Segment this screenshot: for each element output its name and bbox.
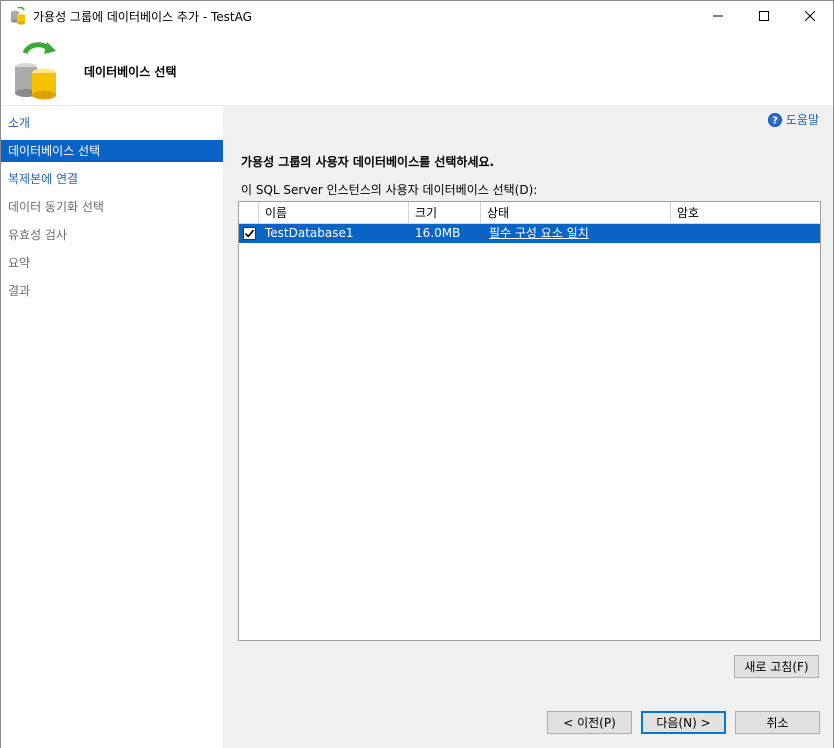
instruction-text: 가용성 그룹의 사용자 데이터베이스를 선택하세요. [241,155,495,169]
nav-item-data-sync: 데이터 동기화 선택 [8,200,104,214]
cell-status-link[interactable]: 필수 구성 요소 일치 [483,224,589,243]
close-icon [805,11,815,21]
refresh-button[interactable]: 새로 고침(F) [734,655,819,678]
close-button[interactable] [787,1,833,31]
help-link[interactable]: ? 도움말 [767,111,819,128]
nav-item-validation: 유효성 검사 [8,228,68,242]
minimize-icon [713,15,723,17]
maximize-icon [759,11,769,21]
cell-password[interactable] [671,224,820,243]
checkmark-icon [244,229,255,238]
nav-item-select-databases[interactable]: 데이터베이스 선택 [1,140,223,162]
next-button[interactable]: 다음(N) > [641,711,726,734]
nav-item-intro[interactable]: 소개 [1,112,223,134]
window-title: 가용성 그룹에 데이터베이스 추가 - TestAG [33,10,252,24]
nav-item-summary: 요약 [8,256,31,270]
table-row[interactable]: TestDatabase1 16.0MB 필수 구성 요소 일치 [239,224,820,243]
row-checkbox[interactable] [243,227,256,240]
prev-button[interactable]: < 이전(P) [547,711,632,734]
column-password[interactable]: 암호 [671,202,820,224]
svg-text:?: ? [772,115,778,126]
column-size[interactable]: 크기 [409,202,481,224]
database-wizard-icon [11,7,25,25]
grid-label: 이 SQL Server 인스턴스의 사용자 데이터베이스 선택(D): [241,183,538,197]
column-status[interactable]: 상태 [481,202,671,224]
nav-item-results: 결과 [8,284,31,298]
main-panel: ? 도움말 가용성 그룹의 사용자 데이터베이스를 선택하세요. 이 SQL S… [225,105,833,748]
page-title: 데이터베이스 선택 [84,65,177,79]
column-name[interactable]: 이름 [259,202,409,224]
cancel-button[interactable]: 취소 [735,711,820,734]
wizard-nav: 소개 데이터베이스 선택 복제본에 연결 데이터 동기화 선택 유효성 검사 요… [1,105,223,748]
help-label: 도움말 [785,113,819,127]
wizard-header: 데이터베이스 선택 [1,31,833,105]
database-grid[interactable]: 이름 크기 상태 암호 TestDatabase1 16.0MB 필수 구성 요… [238,201,821,641]
database-refresh-icon [15,42,56,100]
nav-item-connect-replicas[interactable]: 복제본에 연결 [1,168,223,190]
title-bar: 가용성 그룹에 데이터베이스 추가 - TestAG [1,1,833,31]
grid-header: 이름 크기 상태 암호 [239,202,820,224]
cell-name: TestDatabase1 [265,226,354,240]
help-icon: ? [767,112,782,127]
column-checkbox[interactable] [239,202,259,224]
minimize-button[interactable] [695,1,741,31]
wizard-window: 가용성 그룹에 데이터베이스 추가 - TestAG 데이터베이스 선택 소개 … [0,0,834,748]
maximize-button[interactable] [741,1,787,31]
cell-size: 16.0MB [415,226,461,240]
